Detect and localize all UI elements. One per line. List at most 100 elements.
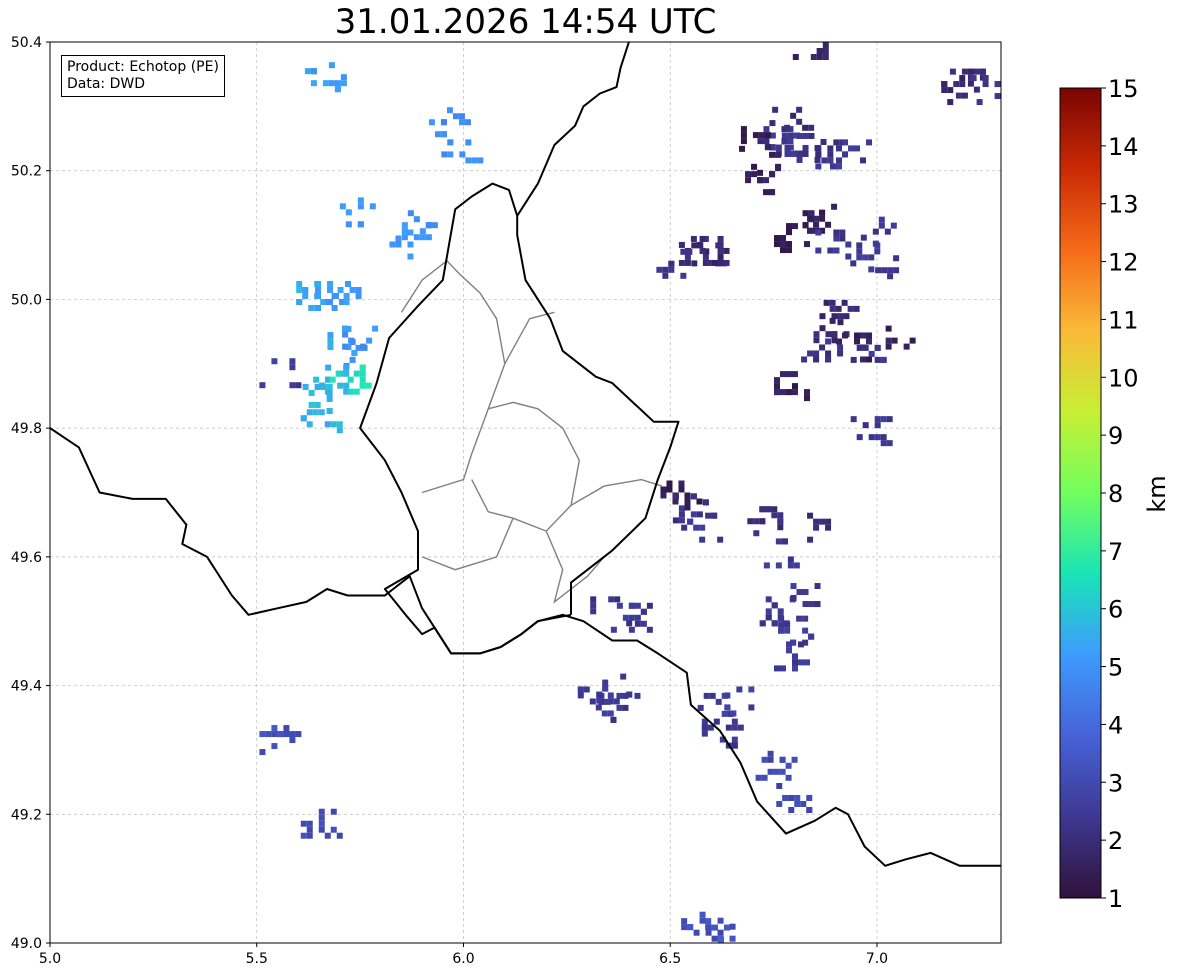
echo-cell [656,266,663,273]
echo-cell [874,422,881,429]
echo-cell [813,350,820,357]
echo-cell [825,518,832,525]
echo-cell [755,774,762,781]
x-tick-label: 5.0 [39,951,61,967]
echo-cell [724,692,731,699]
echo-cell [771,602,778,609]
echo-cell [856,242,863,249]
echo-cell [725,724,732,731]
echo-cell [764,132,771,139]
echo-cell [608,596,615,603]
echo-cell [836,145,843,152]
echo-cell [829,299,836,306]
echo-cell [967,68,974,75]
echo-cell [860,157,867,164]
echo-cell [715,698,722,705]
echo-cell [678,241,685,248]
echo-cell [781,538,788,545]
echo-cell [779,665,786,672]
echo-cell [785,247,792,254]
echo-cell [347,376,354,383]
echo-cell [646,626,653,633]
echo-cell [616,704,623,711]
echo-cell [778,627,785,634]
echo-cell [318,814,325,821]
echo-cell [775,562,782,569]
echo-cell [807,512,814,519]
echo-cell [982,81,989,88]
echo-cell [419,228,426,235]
echo-cell [845,241,852,248]
echo-cell [807,227,814,234]
echo-cell [441,151,448,158]
echo-cell [626,691,633,698]
echo-cell [740,126,747,133]
echo-cell [802,601,809,608]
echo-cell [788,806,795,813]
echo-cell [884,228,891,235]
echo-cell [837,344,844,351]
colorbar-unit-label: km [1143,475,1171,512]
echo-cell [662,272,669,279]
echo-cell [868,350,875,357]
echo-cell [334,80,341,87]
echo-cell [806,806,813,813]
echo-cell [360,343,367,350]
echo-cell [803,389,810,396]
echo-cell [705,918,712,925]
echo-cell [854,332,861,339]
echo-cell [820,138,827,145]
echo-cell [320,298,327,305]
echo-cell [955,92,962,99]
colorbar-tick-label: 6 [1108,596,1123,624]
echo-cell [787,562,794,569]
echo-cell [773,383,780,390]
echo-cell [777,608,784,615]
echo-cell [763,562,770,569]
echo-cell [342,343,349,350]
echo-cell [979,68,986,75]
echo-cell [761,774,768,781]
echo-cell [779,768,786,775]
echo-cell [357,197,364,204]
echo-cell [967,80,974,87]
echo-cell [702,499,709,506]
echo-cell [616,692,623,699]
echo-cell [622,704,629,711]
echo-cell [771,512,778,519]
echo-cell [318,808,325,815]
echo-cell [668,260,675,267]
echo-cell [717,247,724,254]
echo-cell [862,344,869,351]
echo-cell [699,911,706,918]
echo-cell [793,562,800,569]
echo-cell [813,221,820,228]
echo-cell [711,259,718,266]
echo-cell [407,229,414,236]
echo-cell [431,222,438,229]
echo-cell [717,917,724,924]
echo-cell [794,800,801,807]
echo-cell [711,512,718,519]
echo-cell [836,338,843,345]
echo-cell [785,774,792,781]
echo-cell [320,383,327,390]
echo-cell [401,234,408,241]
colorbar-tick-label: 12 [1108,249,1139,277]
echo-cell [271,731,278,738]
echo-cell [791,665,798,672]
echo-cell [343,382,350,389]
echo-cell [336,421,343,428]
echo-cell [577,692,584,699]
echo-cell [947,87,954,94]
echo-cell [790,150,797,157]
echo-cell [773,665,780,672]
x-tick-label: 6.5 [659,951,681,967]
echo-cell [359,376,366,383]
echo-cell [296,280,303,287]
echo-cell [271,743,278,750]
echo-cell [369,203,376,210]
echo-cell [947,99,954,106]
echo-cell [748,704,755,711]
echo-cell [315,292,322,299]
